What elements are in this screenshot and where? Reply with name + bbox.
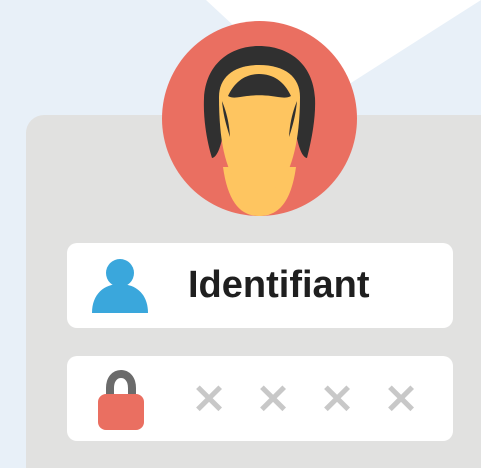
password-mask: × × × × bbox=[184, 374, 426, 422]
lock-icon bbox=[98, 370, 144, 430]
password-mask-char: × bbox=[254, 372, 292, 423]
password-mask-char: × bbox=[382, 372, 420, 423]
username-field[interactable]: Identifiant bbox=[67, 243, 453, 328]
male-avatar-icon bbox=[162, 21, 357, 216]
login-illustration: Identifiant × × × × bbox=[0, 0, 481, 468]
avatar bbox=[162, 21, 357, 216]
username-label: Identifiant bbox=[188, 264, 370, 306]
password-mask-char: × bbox=[190, 372, 228, 423]
user-icon bbox=[92, 259, 148, 313]
password-mask-char: × bbox=[318, 372, 356, 423]
password-field[interactable]: × × × × bbox=[67, 356, 453, 441]
